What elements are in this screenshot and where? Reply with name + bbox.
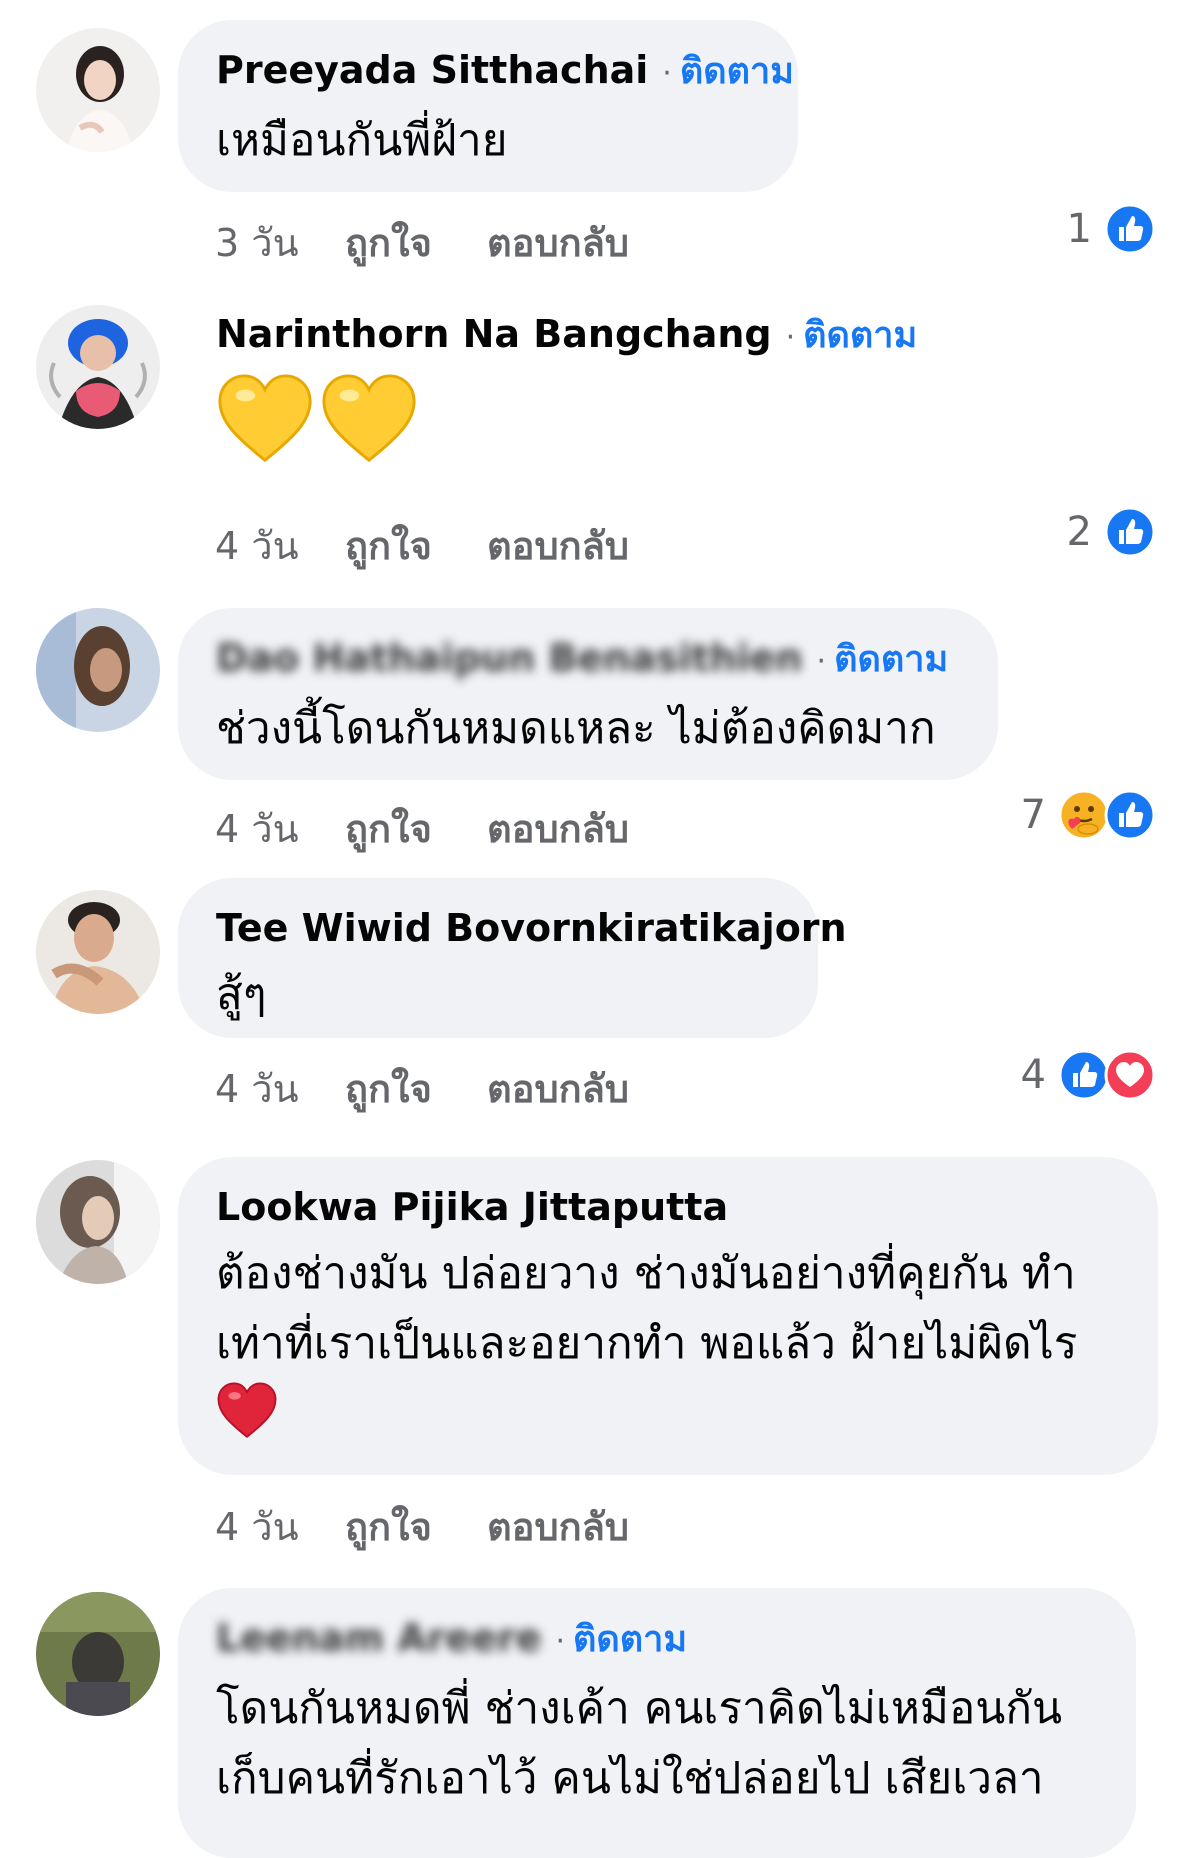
avatar[interactable] [36, 28, 160, 152]
comment-header: Leenam Areere · ติดตาม [216, 1614, 1098, 1666]
avatar[interactable] [36, 890, 160, 1014]
comment-text-line: ต้องช่างมัน ปล่อยวาง ช่างมันอย่างที่คุยก… [216, 1248, 1076, 1299]
comment-timestamp[interactable]: 3 วัน [215, 212, 345, 273]
comment-header: Lookwa Pijika Jittaputta [216, 1183, 1120, 1231]
reply-button[interactable]: ตอบกลับ [487, 1496, 629, 1557]
comment-timestamp[interactable]: 4 วัน [215, 1058, 345, 1119]
avatar-woman-profile-icon [36, 1160, 160, 1284]
comment-bubble: Leenam Areere · ติดตาม โดนกันหมดพี่ ช่างเค… [178, 1588, 1136, 1858]
author-name[interactable]: Tee Wiwid Bovornkiratikajorn [216, 906, 847, 950]
reaction-count: 1 [1066, 206, 1092, 252]
reaction-summary[interactable]: 7 [1021, 789, 1156, 841]
comment-text: ต้องช่างมัน ปล่อยวาง ช่างมันอย่างที่คุยก… [216, 1239, 1120, 1379]
avatar-woman-icon [36, 28, 160, 152]
like-icon [1058, 1049, 1110, 1101]
reaction-summary[interactable]: 4 [1021, 1049, 1156, 1101]
reply-button[interactable]: ตอบกลับ [487, 212, 629, 273]
comment-bubble: Tee Wiwid Bovornkiratikajorn สู้ๆ [178, 878, 847, 1038]
avatar[interactable] [36, 608, 160, 732]
like-button[interactable]: ถูกใจ [345, 798, 487, 859]
comment-header: Narinthorn Na Bangchang · ติดตาม [216, 310, 917, 362]
comment-bubble: Narinthorn Na Bangchang · ติดตาม [178, 284, 938, 524]
comment-timestamp[interactable]: 4 วัน [215, 798, 345, 859]
like-button[interactable]: ถูกใจ [345, 1058, 487, 1119]
author-name[interactable]: Leenam Areere [216, 1616, 542, 1660]
separator-dot: · [816, 644, 827, 679]
comment-bubble: Dao Hathaipun Benasithien · ติดตาม ช่วงนี้… [178, 608, 998, 780]
comment-text-line: เท่าที่เราเป็นและอยากทำ พอแล้ว ฝ้ายไม่ผิ… [216, 1318, 1078, 1369]
avatar[interactable] [36, 1160, 160, 1284]
avatar-blurred-icon [36, 608, 160, 732]
yellow-heart-icon [218, 374, 312, 463]
comment-emoji [216, 1381, 1120, 1443]
like-icon [1104, 506, 1156, 558]
author-name[interactable]: Narinthorn Na Bangchang [216, 312, 772, 356]
follow-button[interactable]: ติดตาม [680, 51, 794, 92]
author-name[interactable]: Dao Hathaipun Benasithien [216, 636, 803, 680]
reaction-count: 4 [1020, 1052, 1046, 1098]
avatar-blurred-icon [36, 1592, 160, 1716]
comment-timestamp[interactable]: 4 วัน [215, 515, 345, 576]
love-icon [1104, 1049, 1156, 1101]
separator-dot: · [662, 56, 672, 91]
follow-button[interactable]: ติดตาม [803, 315, 917, 356]
comment-bubble: Preeyada Sitthachai · ติดตาม เหมือนกันพี่ฝ… [178, 20, 798, 192]
separator-dot: · [555, 1624, 566, 1659]
comment-header: Dao Hathaipun Benasithien · ติดตาม [216, 634, 960, 686]
avatar-blue-hair-icon [36, 305, 160, 429]
red-heart-icon [217, 1382, 277, 1438]
comment-emoji [216, 372, 900, 470]
comment-timestamp[interactable]: 4 วัน [215, 1496, 345, 1557]
comment-text: ช่วงนี้โดนกันหมดแหละ ไม่ต้องคิดมาก [216, 703, 936, 754]
avatar[interactable] [36, 1592, 160, 1716]
comment-actions: 4 วัน ถูกใจ ตอบกลับ [215, 798, 629, 859]
reply-button[interactable]: ตอบกลับ [487, 515, 629, 576]
author-name[interactable]: Preeyada Sitthachai [216, 48, 648, 92]
comment-text: เหมือนกันพี่ฝ้าย [216, 115, 508, 166]
comment-actions: 3 วัน ถูกใจ ตอบกลับ [215, 212, 629, 273]
comment-text-line: โดนกันหมดพี่ ช่างเค้า คนเราคิดไม่เหมือนก… [216, 1683, 1063, 1734]
like-icon [1104, 789, 1156, 841]
reaction-summary[interactable]: 2 [1067, 506, 1156, 558]
reaction-count: 7 [1020, 792, 1046, 838]
reply-button[interactable]: ตอบกลับ [487, 798, 629, 859]
separator-dot: · [785, 320, 796, 355]
comment-actions: 4 วัน ถูกใจ ตอบกลับ [215, 1496, 629, 1557]
reply-button[interactable]: ตอบกลับ [487, 1058, 629, 1119]
comment-header: Tee Wiwid Bovornkiratikajorn [216, 904, 847, 952]
comment-text: โดนกันหมดพี่ ช่างเค้า คนเราคิดไม่เหมือนก… [216, 1674, 1098, 1814]
like-button[interactable]: ถูกใจ [345, 515, 487, 576]
comment-text-line: เก็บคนที่รักเอาไว้ คนไม่ใช่ปล่อยไป เสียเ… [216, 1753, 1044, 1804]
comment-actions: 4 วัน ถูกใจ ตอบกลับ [215, 515, 629, 576]
like-button[interactable]: ถูกใจ [345, 1496, 487, 1557]
avatar[interactable] [36, 305, 160, 429]
follow-button[interactable]: ติดตาม [573, 1619, 687, 1660]
like-button[interactable]: ถูกใจ [345, 212, 487, 273]
yellow-heart-icon [322, 374, 416, 463]
reaction-count: 2 [1066, 509, 1092, 555]
like-icon [1104, 203, 1156, 255]
comment-header: Preeyada Sitthachai · ติดตาม [216, 46, 794, 98]
comment-text: สู้ๆ [216, 969, 267, 1020]
comment-bubble: Lookwa Pijika Jittaputta ต้องช่างมัน ปล่… [178, 1157, 1158, 1475]
comment-thread: Preeyada Sitthachai · ติดตาม เหมือนกันพี่ฝ… [0, 0, 1200, 1858]
author-name[interactable]: Lookwa Pijika Jittaputta [216, 1185, 728, 1229]
comment-actions: 4 วัน ถูกใจ ตอบกลับ [215, 1058, 629, 1119]
follow-button[interactable]: ติดตาม [834, 639, 948, 680]
reaction-summary[interactable]: 1 [1067, 203, 1156, 255]
avatar-man-icon [36, 890, 160, 1014]
care-icon [1058, 789, 1110, 841]
